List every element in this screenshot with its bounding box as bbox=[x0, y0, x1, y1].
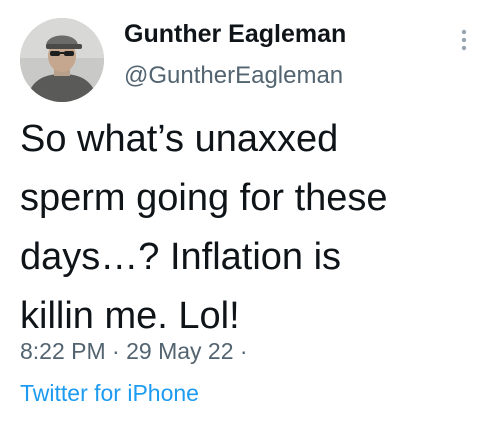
tweet-timestamp[interactable]: 8:22 PM · 29 May 22 · bbox=[20, 338, 248, 365]
tweet-text-line: So what’s unaxxed bbox=[20, 118, 339, 160]
more-vertical-icon[interactable] bbox=[452, 24, 476, 56]
avatar-photo bbox=[20, 18, 104, 102]
tweet-text-line: days…? Inflation is bbox=[20, 236, 342, 278]
avatar[interactable] bbox=[20, 18, 104, 102]
tweet-text-line: sperm going for these bbox=[20, 177, 388, 219]
user-handle[interactable]: @GuntherEagleman bbox=[124, 62, 343, 90]
tweet-text: So what’s unaxxed sperm going for these … bbox=[20, 110, 490, 346]
tweet-source-link[interactable]: Twitter for iPhone bbox=[20, 380, 199, 407]
display-name[interactable]: Gunther Eagleman bbox=[124, 20, 346, 49]
tweet-card: Gunther Eagleman @GuntherEagleman So wha… bbox=[0, 0, 500, 429]
